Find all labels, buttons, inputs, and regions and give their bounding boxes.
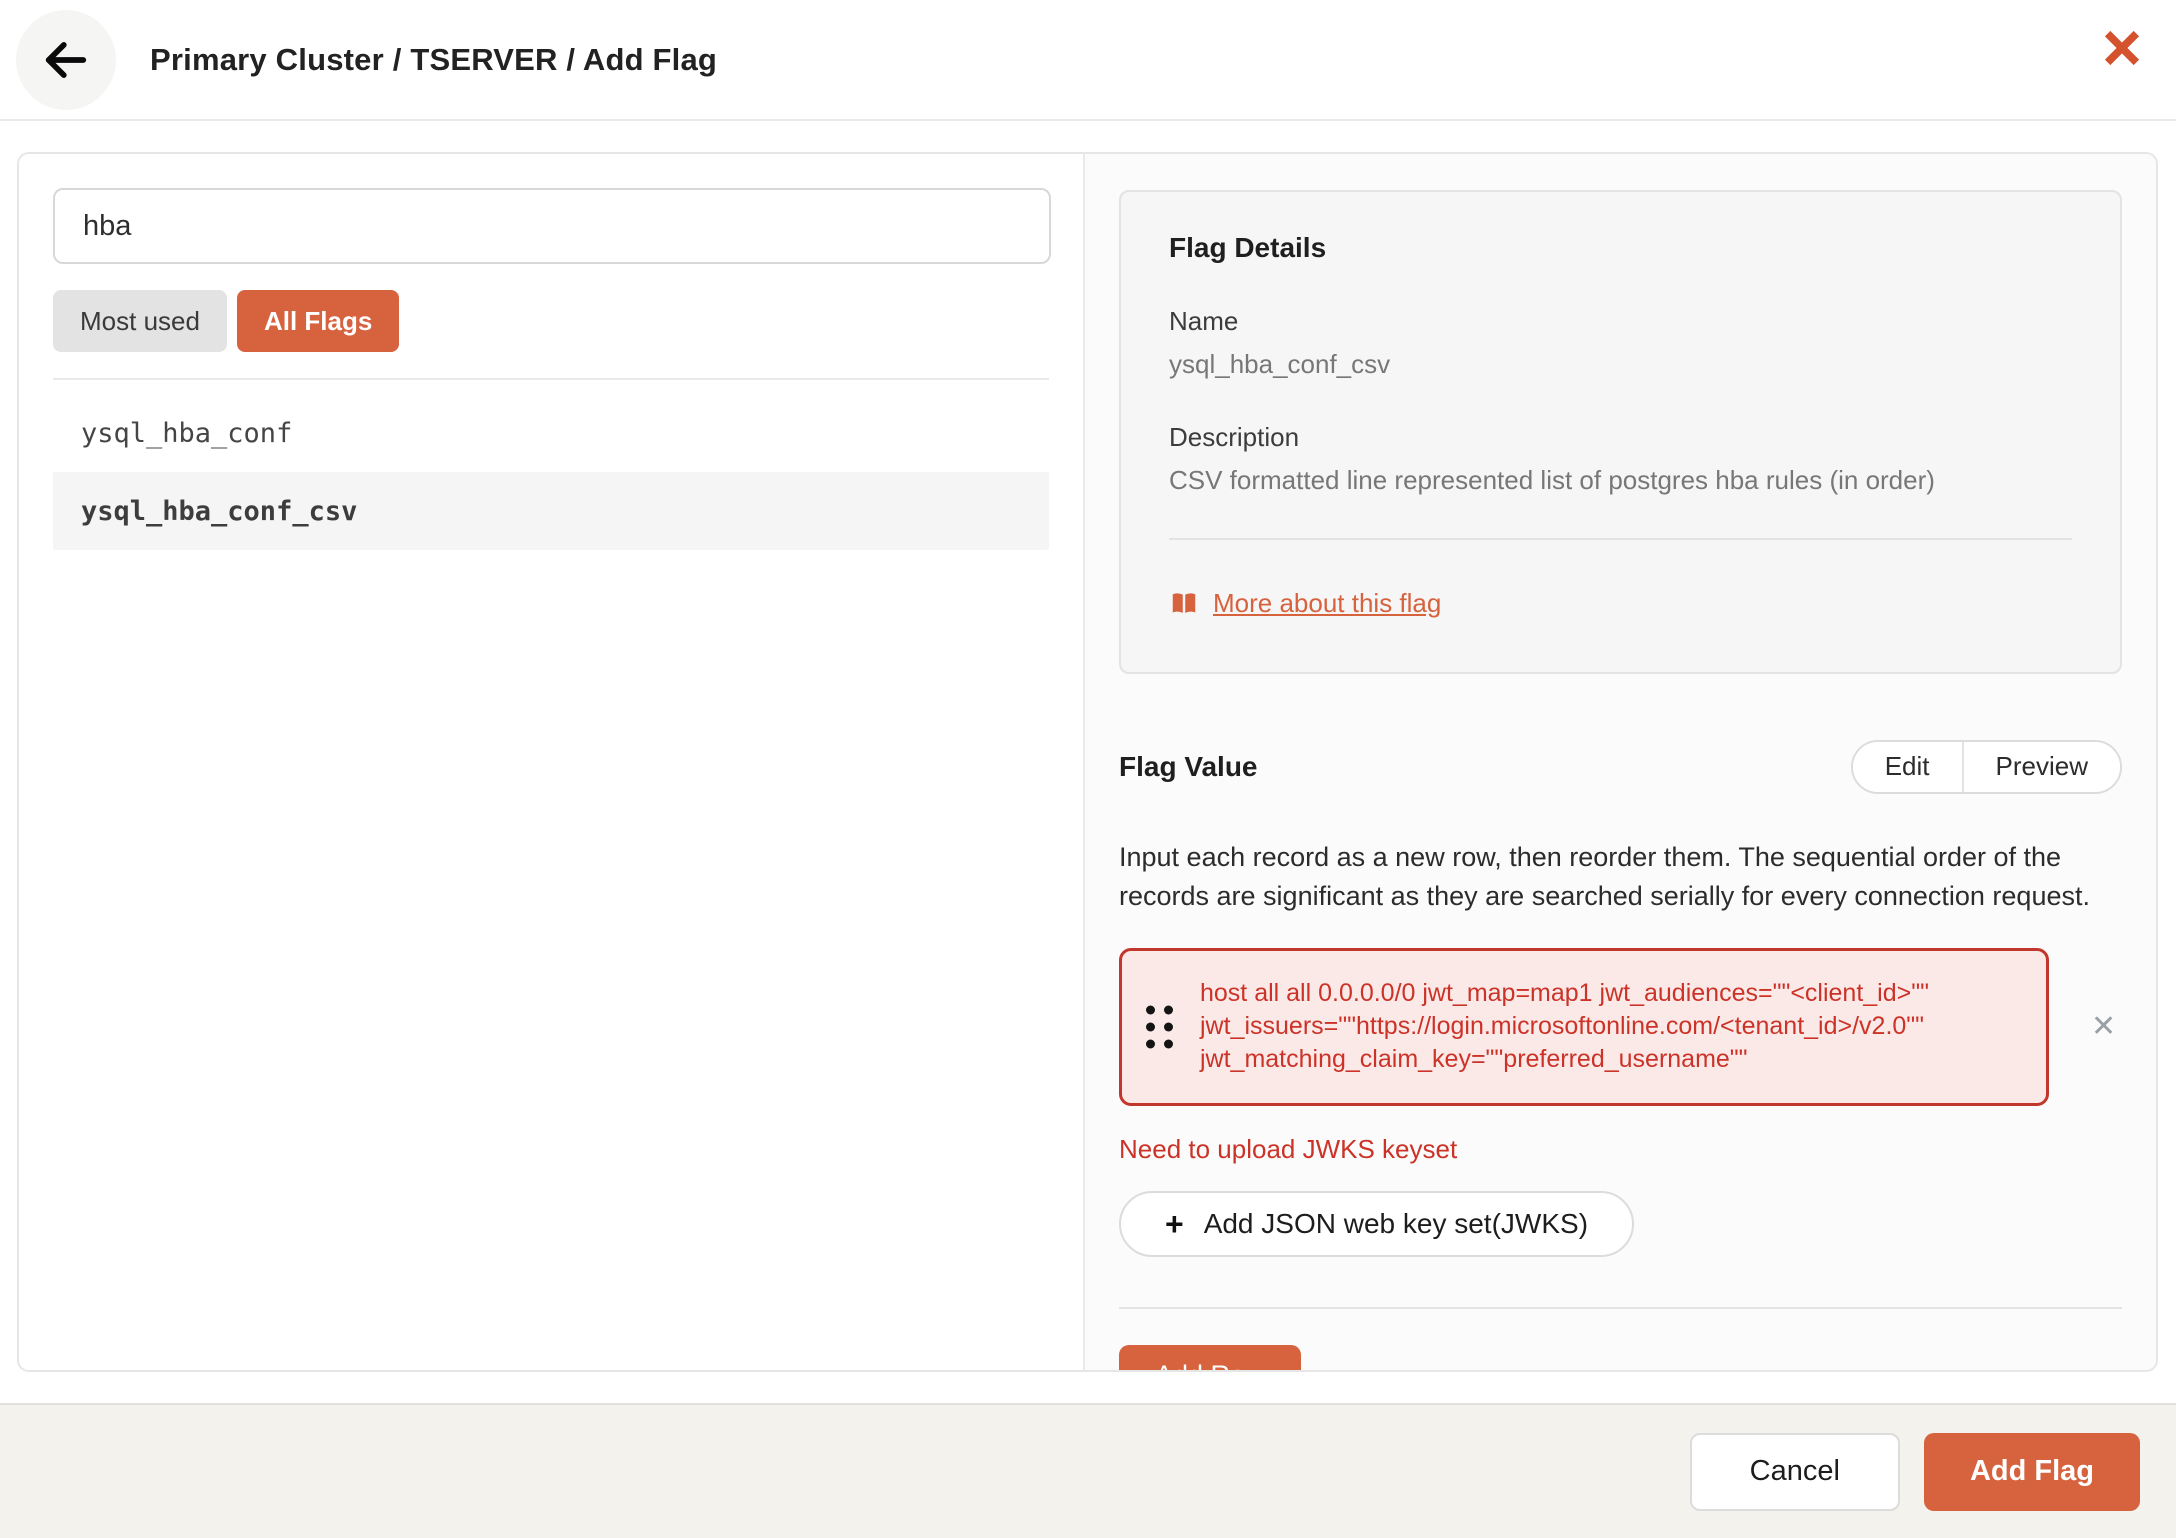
flag-value-header: Flag Value Edit Preview [1119, 739, 2122, 794]
back-arrow-icon [40, 34, 92, 86]
flag-search-input[interactable] [53, 188, 1051, 264]
flag-value-title: Flag Value [1119, 750, 1258, 782]
add-flag-button[interactable]: Add Flag [1923, 1432, 2140, 1511]
cancel-button[interactable]: Cancel [1689, 1432, 1900, 1511]
flag-name-label: Name [1169, 306, 1239, 336]
back-button[interactable] [16, 10, 116, 110]
plus-icon: + [1165, 1205, 1184, 1242]
flag-list: ysql_hba_conf ysql_hba_conf_csv [19, 394, 1083, 550]
preview-tab[interactable]: Preview [1961, 741, 2120, 792]
flag-description-value: CSV formatted line represented list of p… [1169, 465, 1935, 495]
edit-preview-toggle: Edit Preview [1850, 739, 2122, 794]
add-jwks-button[interactable]: + Add JSON web key set(JWKS) [1119, 1190, 1635, 1257]
remove-row-icon: ✕ [2091, 1009, 2117, 1043]
flag-value-row[interactable]: host all all 0.0.0.0/0 jwt_map=map1 jwt_… [1119, 947, 2049, 1106]
details-divider [1169, 538, 2072, 540]
modal-header: Primary Cluster / TSERVER / Add Flag [0, 0, 2176, 121]
drag-handle-icon[interactable] [1146, 1005, 1173, 1049]
all-flags-filter-button[interactable]: All Flags [236, 290, 400, 352]
close-icon [2102, 28, 2142, 68]
flag-value-divider [1119, 1306, 2122, 1309]
remove-row-button[interactable]: ✕ [2091, 1009, 2117, 1043]
flag-name-value: ysql_hba_conf_csv [1169, 349, 1391, 379]
flag-list-item[interactable]: ysql_hba_conf [19, 394, 1083, 472]
flag-description-label: Description [1169, 422, 1300, 452]
flag-value-instructions: Input each record as a new row, then reo… [1119, 841, 2090, 911]
flag-detail-column: Flag Details Name ysql_hba_conf_csv Desc… [1085, 154, 2156, 1370]
more-about-flag-label: More about this flag [1213, 588, 1442, 618]
close-button[interactable] [2096, 22, 2148, 74]
edit-tab[interactable]: Edit [1852, 741, 1962, 792]
flag-value-row-text: host all all 0.0.0.0/0 jwt_map=map1 jwt_… [1200, 978, 1929, 1074]
flag-filter-row: Most used All Flags [53, 290, 1049, 352]
most-used-filter-button[interactable]: Most used [53, 290, 227, 352]
more-about-flag-link[interactable]: More about this flag [1169, 588, 1441, 619]
jwks-error-text: Need to upload JWKS keyset [1119, 1133, 1458, 1164]
modal-footer: Cancel Add Flag [0, 1403, 2176, 1538]
flag-list-item-selected[interactable]: ysql_hba_conf_csv [53, 472, 1049, 550]
page-title: Primary Cluster / TSERVER / Add Flag [150, 41, 718, 77]
flag-search-column: Most used All Flags ysql_hba_conf ysql_h… [19, 154, 1085, 1370]
add-row-button[interactable]: Add Row [1119, 1344, 1301, 1370]
flag-details-title: Flag Details [1169, 232, 1327, 263]
add-jwks-label: Add JSON web key set(JWKS) [1203, 1207, 1589, 1239]
filter-divider [53, 378, 1049, 380]
flag-details-card: Flag Details Name ysql_hba_conf_csv Desc… [1119, 190, 2122, 674]
add-flag-panel: Most used All Flags ysql_hba_conf ysql_h… [17, 152, 2158, 1372]
flag-value-row-wrap: host all all 0.0.0.0/0 jwt_map=map1 jwt_… [1119, 947, 2122, 1106]
book-icon [1169, 589, 1199, 619]
